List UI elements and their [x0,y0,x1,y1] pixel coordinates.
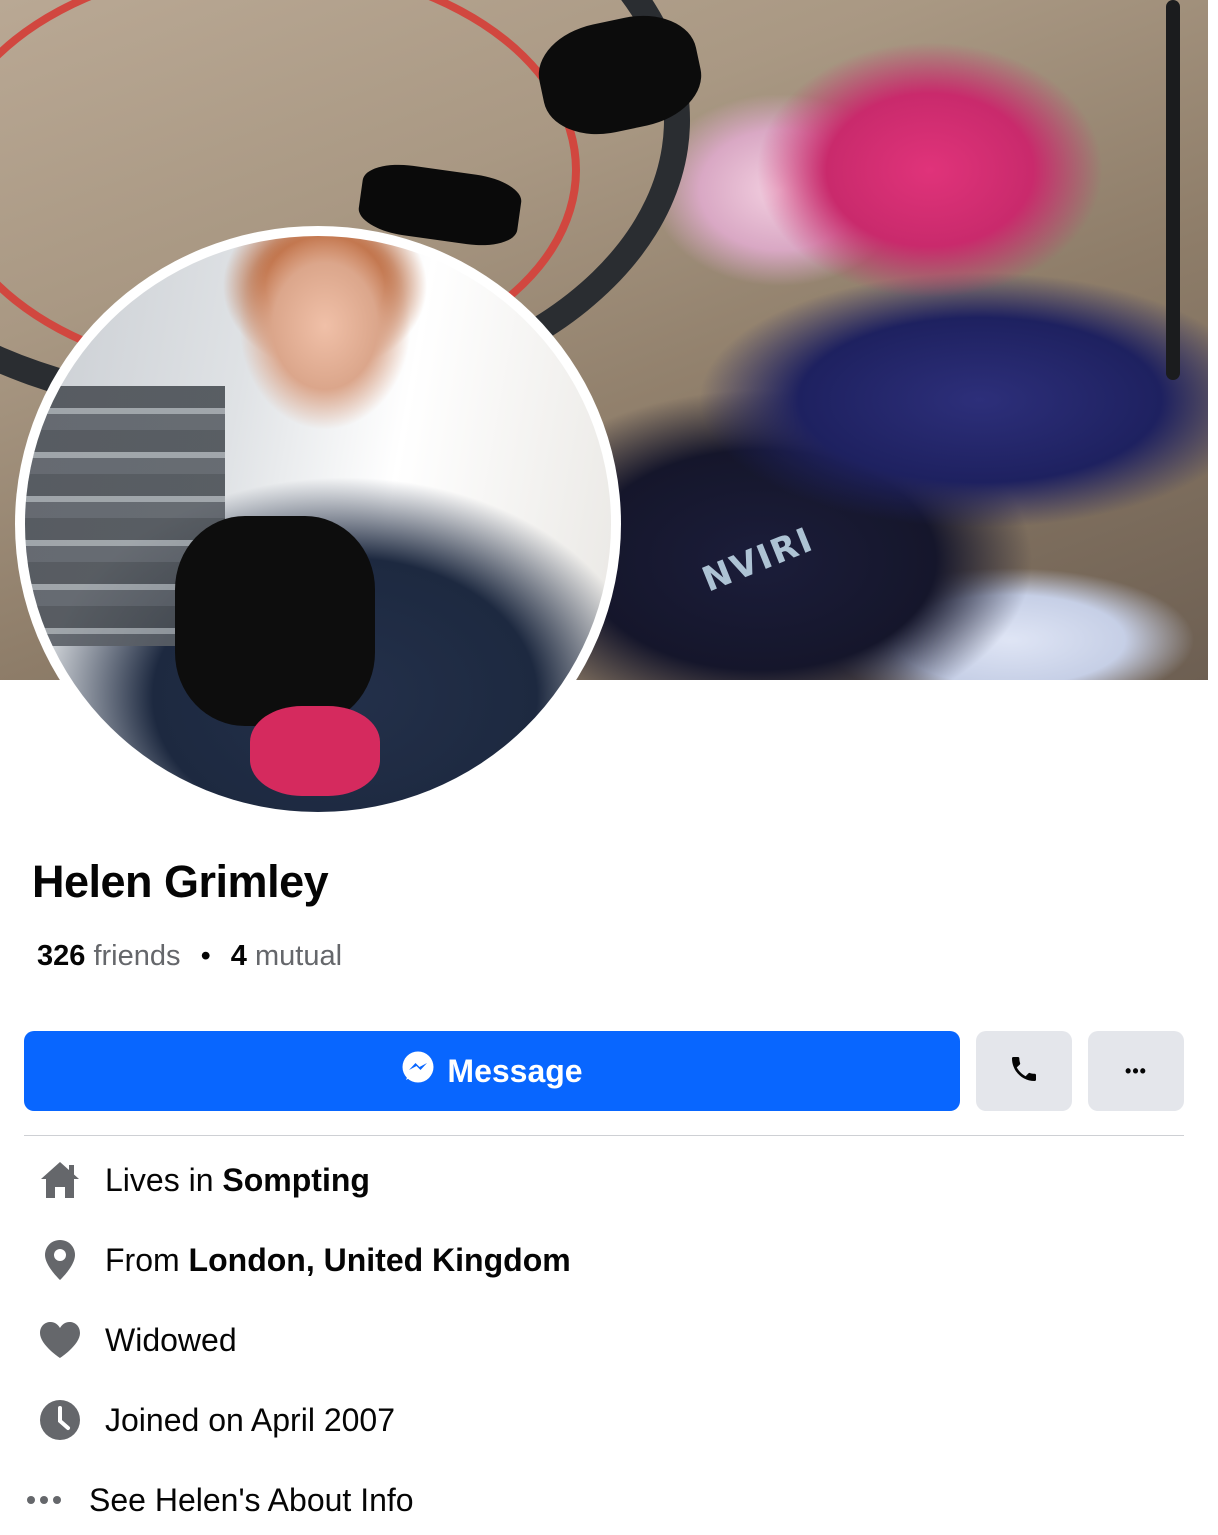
phone-icon [1008,1053,1040,1090]
info-joined[interactable]: Joined on April 2007 [38,1398,395,1442]
from-prefix: From [105,1241,189,1278]
friends-label: friends [93,940,181,972]
more-icon: ••• [1125,1060,1147,1081]
see-about-info-link[interactable]: See Helen's About Info [26,1478,414,1522]
ellipsis-icon [26,1495,66,1505]
info-relationship[interactable]: Widowed [38,1318,237,1362]
joined-date: Joined on April 2007 [105,1401,395,1438]
cover-shirt-text: NVIRI [696,519,820,601]
message-button[interactable]: Message [24,1031,960,1111]
messenger-icon [401,1050,435,1092]
profile-name: Helen Grimley [32,856,329,907]
avatar-redaction [175,516,375,726]
profile-picture-image [25,236,611,812]
lives-in-value: Sompting [222,1161,370,1198]
cover-rope [1166,0,1180,380]
info-lives-in[interactable]: Lives in Sompting [38,1158,370,1202]
lives-in-prefix: Lives in [105,1161,223,1198]
clock-icon [38,1398,82,1442]
from-value: London, United Kingdom [188,1241,571,1278]
friend-stats[interactable]: 326 friends • 4 mutual [37,940,342,973]
mutual-count: 4 [230,940,247,972]
see-about-info-label: See Helen's About Info [89,1481,414,1518]
stats-separator: • [200,940,211,972]
mutual-label: mutual [254,940,343,972]
relationship-status: Widowed [105,1321,237,1358]
home-icon [38,1158,82,1202]
friends-count: 326 [37,940,86,972]
divider [24,1135,1184,1136]
location-pin-icon [38,1238,82,1282]
heart-icon [38,1318,82,1362]
profile-picture[interactable] [15,226,621,822]
call-button[interactable] [976,1031,1072,1111]
message-button-label: Message [447,1052,583,1089]
info-from[interactable]: From London, United Kingdom [38,1238,571,1282]
more-options-button[interactable]: ••• [1088,1031,1184,1111]
avatar-pink-garment [250,706,380,796]
